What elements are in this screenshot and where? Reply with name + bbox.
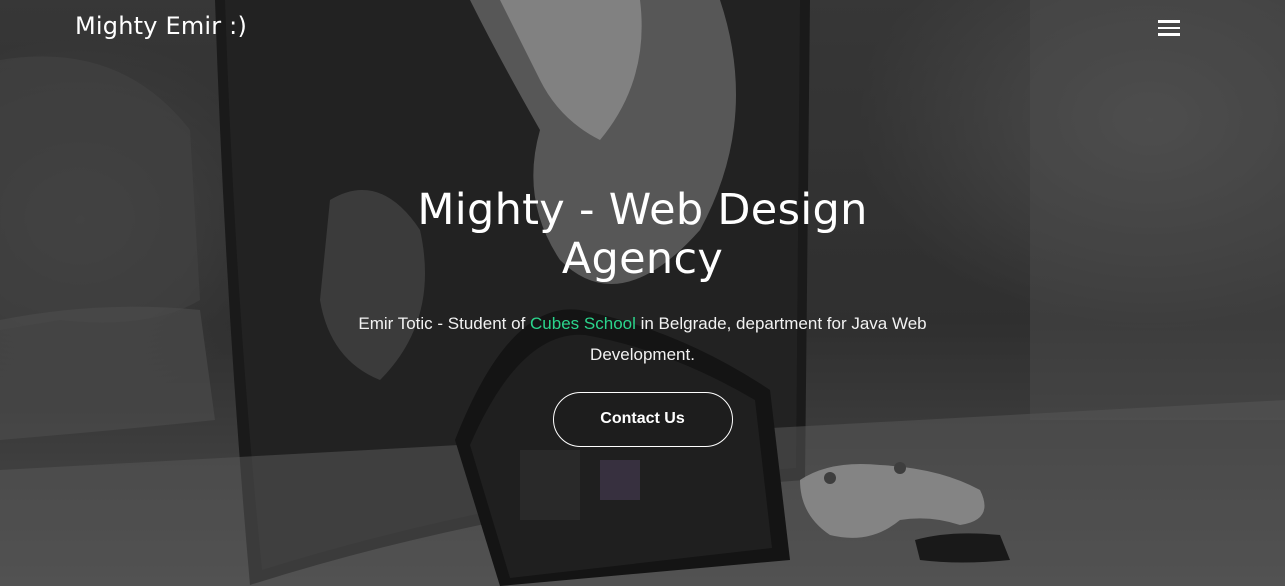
subtitle-text-after: in Belgrade, department for Java Web Dev… [590, 314, 927, 364]
menu-bar-top [1158, 20, 1180, 23]
menu-bar-middle [1158, 26, 1180, 30]
brand-logo[interactable]: Mighty Emir :) [75, 12, 247, 40]
subtitle-text-before: Emir Totic - Student of [358, 314, 531, 333]
cubes-school-link[interactable]: Cubes School [530, 314, 636, 333]
hero-section: Mighty Emir :) Mighty - Web Design Agenc… [0, 0, 1285, 586]
hero-subtitle: Emir Totic - Student of Cubes School in … [323, 308, 963, 370]
navbar: Mighty Emir :) [0, 0, 1285, 58]
hamburger-menu-icon[interactable] [1156, 16, 1182, 40]
menu-bar-bottom [1158, 33, 1180, 36]
hero-title: Mighty - Web Design Agency [417, 185, 868, 284]
hero-content: Mighty - Web Design Agency Emir Totic - … [0, 186, 1285, 447]
contact-us-button[interactable]: Contact Us [552, 392, 733, 447]
